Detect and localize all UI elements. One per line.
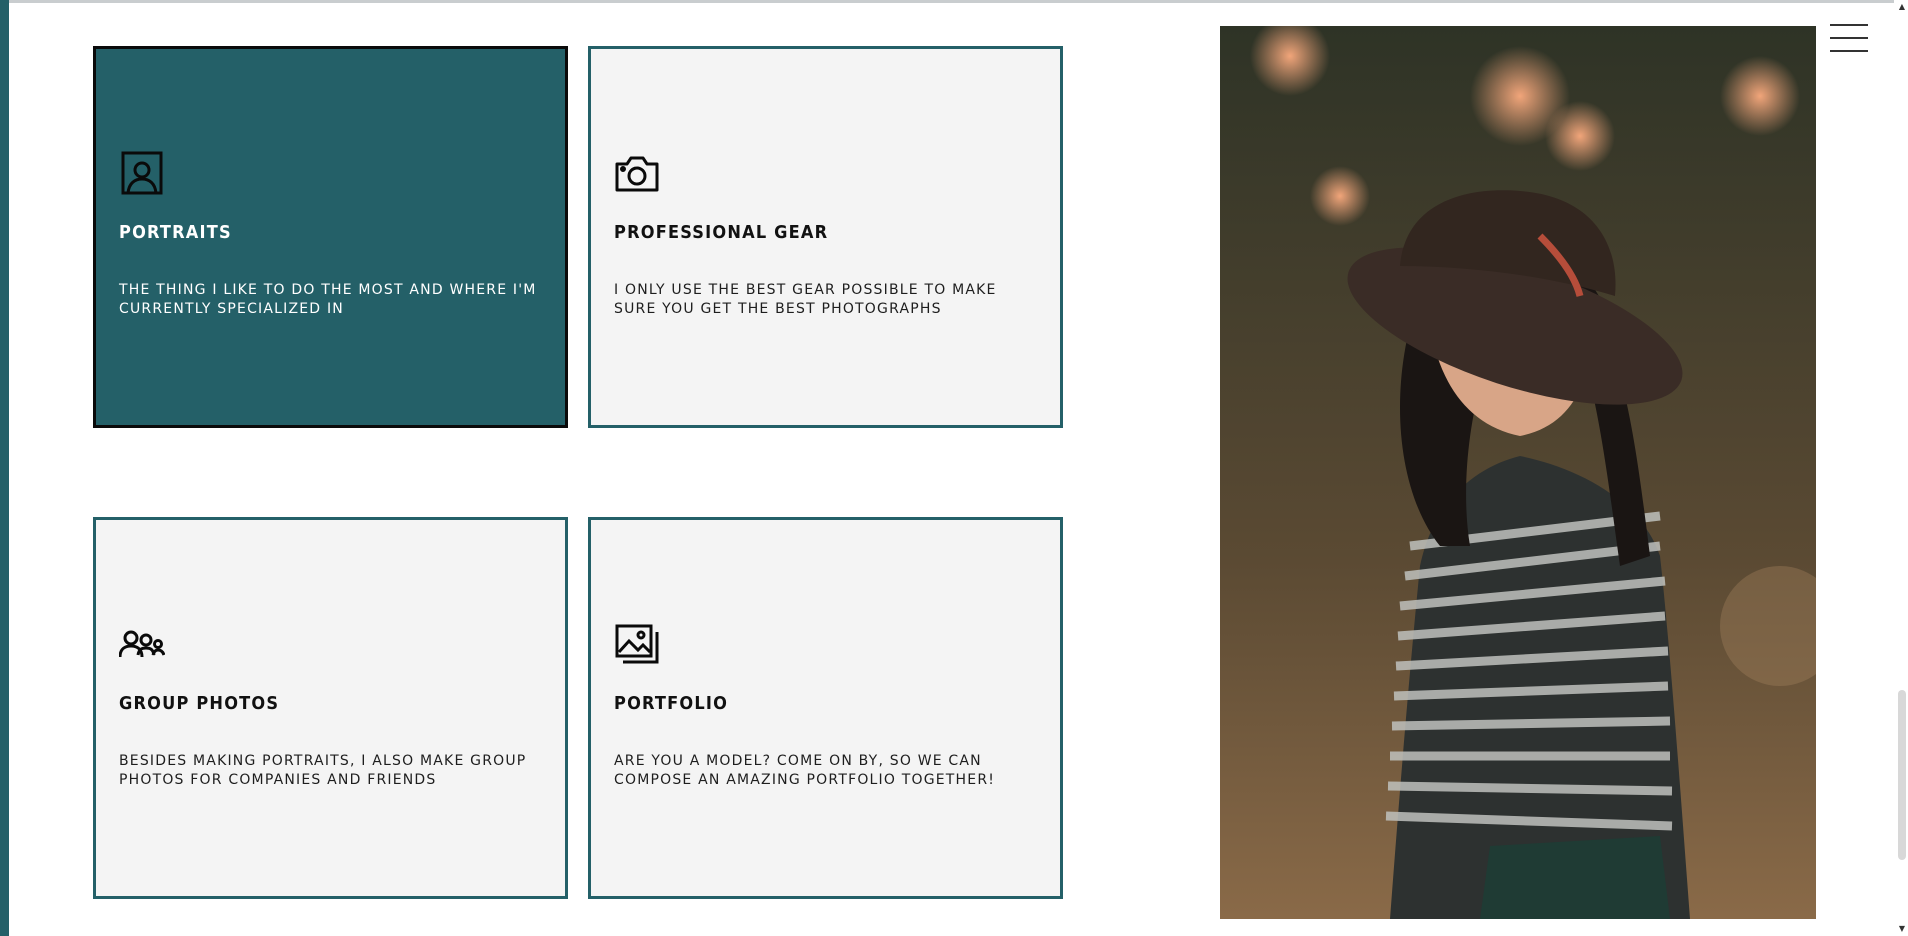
service-title: Professional Gear (614, 222, 829, 243)
portrait-icon (119, 150, 165, 196)
service-title: Group Photos (119, 693, 280, 714)
service-title: Portfolio (614, 693, 729, 714)
menu-line (1830, 24, 1868, 26)
service-description: Are you a model? Come on by, so we can c… (614, 753, 996, 788)
service-description: Besides making portraits, I also make gr… (119, 753, 527, 788)
service-card-portfolio[interactable]: Portfolio Are you a model? Come on by, s… (588, 517, 1063, 899)
menu-line (1830, 37, 1868, 39)
service-card-portraits[interactable]: Portraits The thing I like to do the mos… (93, 46, 568, 428)
service-card-group-photos[interactable]: Group Photos Besides making portraits, I… (93, 517, 568, 899)
scrollbar[interactable]: ▲ ▼ (1894, 0, 1908, 936)
photo-woman-in-hat (1220, 26, 1816, 919)
service-description: I only use the best gear possible to mak… (614, 282, 997, 317)
scroll-up-icon[interactable]: ▲ (1899, 3, 1905, 11)
scroll-down-icon[interactable]: ▼ (1899, 925, 1905, 933)
top-border (0, 0, 1908, 3)
menu-line (1830, 50, 1868, 52)
hamburger-menu-icon[interactable] (1830, 24, 1868, 52)
group-icon (119, 621, 165, 667)
left-accent-bar (0, 0, 9, 936)
camera-icon (614, 150, 660, 196)
gallery-icon (614, 621, 660, 667)
scrollbar-thumb[interactable] (1898, 690, 1906, 860)
service-description: The thing I like to do the most and wher… (119, 282, 537, 317)
service-title: Portraits (119, 222, 232, 243)
portrait-photo (1220, 26, 1816, 919)
service-card-professional-gear[interactable]: Professional Gear I only use the best ge… (588, 46, 1063, 428)
